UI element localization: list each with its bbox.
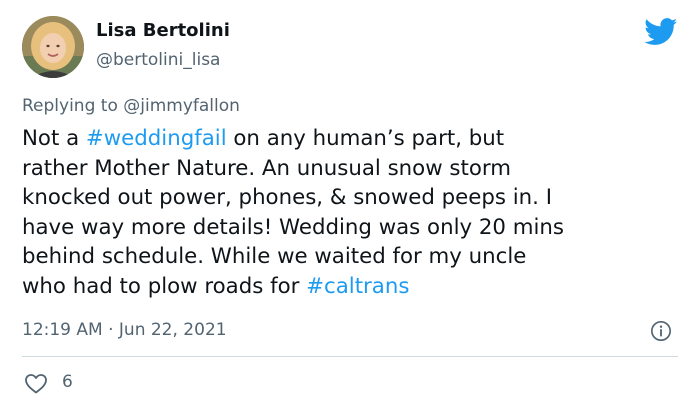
tweet-text-segment: Not a [22,126,86,151]
hashtag-link-caltrans[interactable]: #caltrans [306,274,409,299]
divider [22,356,678,357]
twitter-bird-icon[interactable] [644,18,678,46]
tweet-text-segment: who had to plow roads for [22,273,307,299]
heart-icon[interactable] [24,372,48,394]
tweet-line: who had to plow roads for #caltrans [22,272,682,302]
tweet-line: have way more details! Wedding was only … [22,214,564,240]
replying-to: Replying to @jimmyfallon [22,96,240,116]
tweet-text: Not a #weddingfail on any human’s part, … [22,124,682,302]
avatar[interactable] [22,16,84,78]
display-name[interactable]: Lisa Bertolini [96,20,230,41]
tweet-card: Lisa Bertolini @bertolini_lisa Replying … [0,0,700,411]
replying-to-label: Replying to [22,96,124,116]
tweet-text-segment: on any human’s part, but [226,126,505,151]
tweet-timestamp[interactable]: 12:19 AM · Jun 22, 2021 [22,320,227,340]
tweet-line: rather Mother Nature. An unusual snow st… [22,155,511,181]
like-count: 6 [62,372,73,392]
reply-mention-link[interactable]: @jimmyfallon [123,96,240,116]
hashtag-link-weddingfail[interactable]: #weddingfail [86,126,227,151]
tweet-line: knocked out power, phones, & snowed peep… [22,185,552,211]
tweet-line: behind schedule. While we waited for my … [22,244,527,270]
info-icon[interactable] [650,320,672,342]
tweet-line: Not a #weddingfail on any human’s part, … [22,124,682,154]
user-handle[interactable]: @bertolini_lisa [96,50,220,70]
